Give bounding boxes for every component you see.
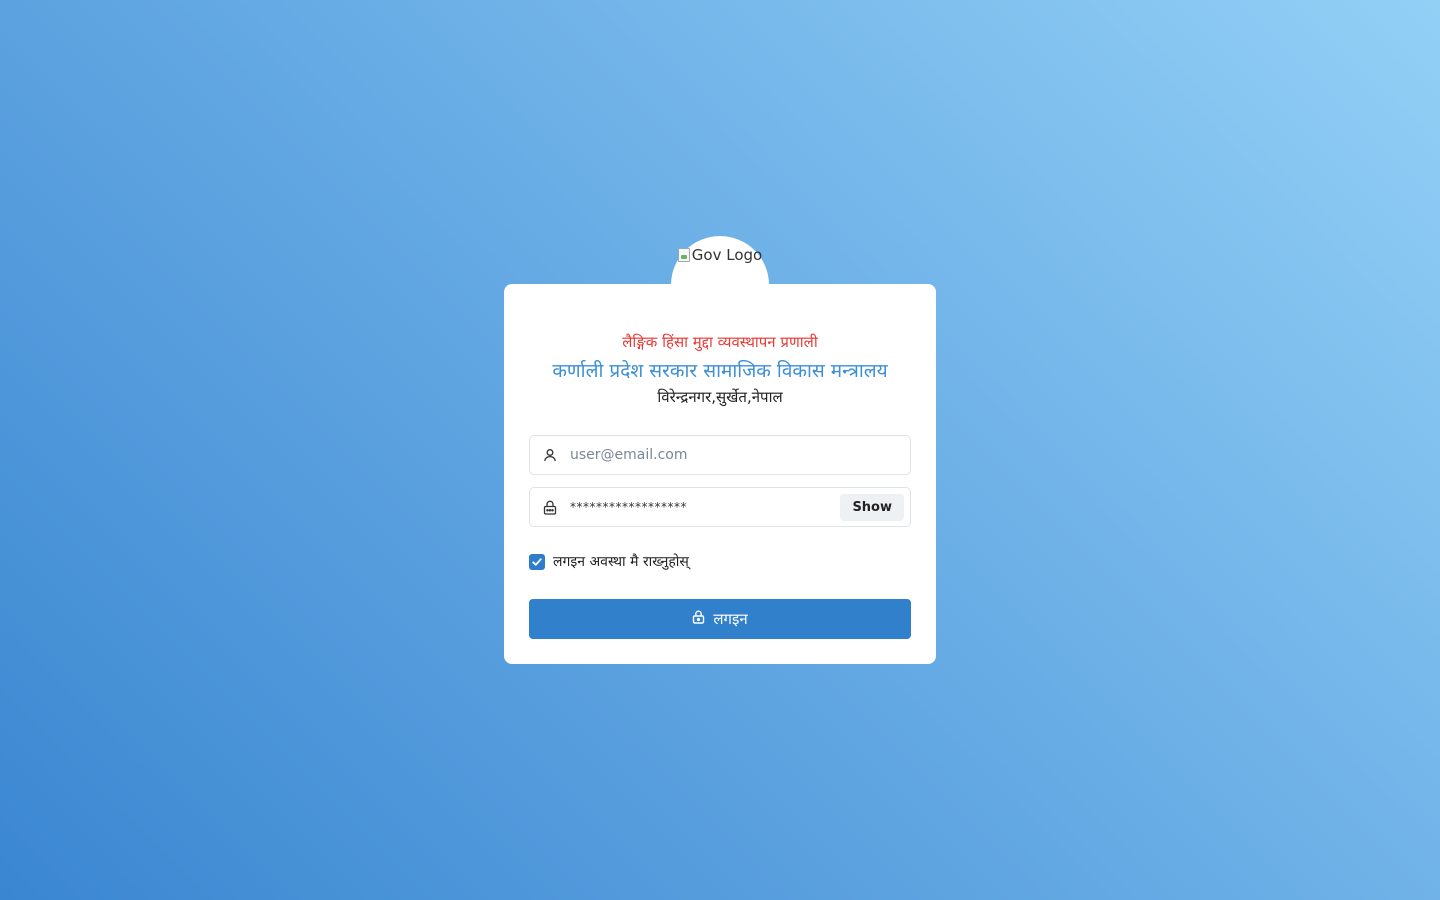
user-icon: [530, 448, 570, 462]
email-field-wrapper: [529, 435, 911, 475]
lock-icon: [692, 610, 705, 628]
system-title: लैङ्गिक हिंसा मुद्दा व्यवस्थापन प्रणाली: [622, 333, 818, 351]
ministry-title: कर्णाली प्रदेश सरकार सामाजिक विकास मन्त्…: [552, 360, 888, 382]
remember-me[interactable]: लगइन अवस्था मै राख्नुहोस्: [529, 552, 689, 571]
remember-label: लगइन अवस्था मै राख्नुहोस्: [553, 554, 689, 570]
gov-logo: Gov Logo: [677, 246, 763, 264]
login-button[interactable]: लगइन: [529, 599, 911, 639]
logo-alt-text: Gov Logo: [691, 246, 763, 264]
password-field-wrapper: Show: [529, 487, 911, 527]
login-card: लैङ्गिक हिंसा मुद्दा व्यवस्थापन प्रणाली …: [504, 284, 936, 664]
remember-checkbox[interactable]: [529, 553, 545, 570]
password-input[interactable]: [570, 492, 841, 522]
lock-icon: [530, 500, 570, 515]
login-button-label: लगइन: [713, 610, 748, 628]
email-input[interactable]: [570, 440, 910, 470]
location-text: विरेन्द्रनगर,सुर्खेत,नेपाल: [657, 388, 783, 406]
broken-image-icon: [677, 248, 690, 262]
show-password-button[interactable]: Show: [840, 493, 904, 521]
